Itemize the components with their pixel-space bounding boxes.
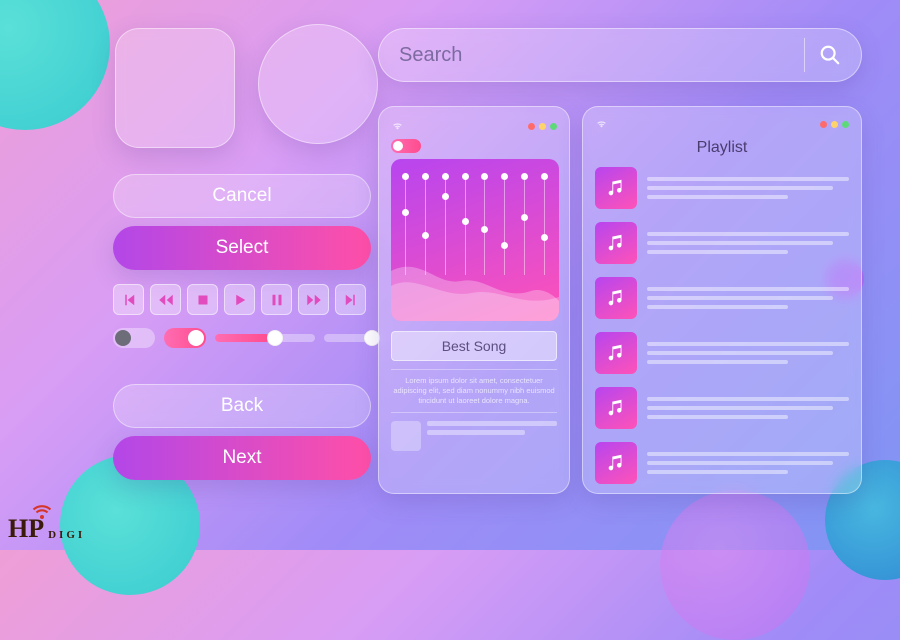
song-title: Best Song — [391, 331, 557, 361]
pause-button[interactable] — [261, 284, 292, 315]
music-note-icon — [595, 277, 637, 319]
playlist-item[interactable] — [595, 387, 849, 429]
forward-button[interactable] — [298, 284, 329, 315]
rewind-button[interactable] — [150, 284, 181, 315]
wifi-icon — [391, 121, 404, 131]
text-placeholder — [427, 421, 557, 435]
wifi-icon — [595, 119, 608, 129]
track-text-placeholder — [647, 167, 849, 209]
music-note-icon — [595, 387, 637, 429]
song-detail-stub — [391, 421, 557, 451]
track-text-placeholder — [647, 277, 849, 319]
song-description: Lorem ipsum dolor sit amet, consectetuer… — [391, 369, 557, 413]
rewind-icon — [157, 291, 175, 309]
bg-decor-circle — [0, 0, 110, 130]
next-button[interactable]: Next — [113, 436, 371, 480]
pause-icon — [268, 291, 286, 309]
search-input[interactable] — [399, 44, 790, 67]
sample-square-card — [115, 28, 235, 148]
sample-circle-card — [258, 24, 378, 144]
playlist-item[interactable] — [595, 167, 849, 209]
track-text-placeholder — [647, 387, 849, 429]
playlist-item[interactable] — [595, 332, 849, 374]
skip-start-button[interactable] — [113, 284, 144, 315]
window-dots — [528, 123, 557, 130]
logo-sub: DIGI — [48, 529, 85, 541]
music-player-card: Best Song Lorem ipsum dolor sit amet, co… — [378, 106, 570, 494]
control-row — [113, 328, 378, 348]
card-titlebar — [595, 119, 849, 129]
track-text-placeholder — [647, 442, 849, 484]
equalizer[interactable] — [391, 159, 559, 321]
track-text-placeholder — [647, 222, 849, 264]
music-note-icon — [595, 442, 637, 484]
skip-start-icon — [120, 291, 138, 309]
playlist-title: Playlist — [595, 139, 849, 157]
media-controls — [113, 284, 366, 315]
cancel-button[interactable]: Cancel — [113, 174, 371, 218]
brand-logo: HP DIGI — [8, 514, 85, 544]
toggle-on[interactable] — [164, 328, 206, 348]
waveform-icon — [391, 251, 559, 321]
playlist-card: Playlist — [582, 106, 862, 494]
card-toggle[interactable] — [391, 139, 421, 153]
skip-end-icon — [342, 291, 360, 309]
progress-slider[interactable] — [215, 334, 315, 342]
play-icon — [231, 291, 249, 309]
search-icon[interactable] — [819, 44, 841, 66]
logo-wifi-icon — [30, 502, 54, 520]
toggle-off[interactable] — [113, 328, 155, 348]
track-text-placeholder — [647, 332, 849, 374]
playlist-item[interactable] — [595, 277, 849, 319]
music-note-icon — [595, 222, 637, 264]
window-dots — [820, 121, 849, 128]
stop-button[interactable] — [187, 284, 218, 315]
play-button[interactable] — [224, 284, 255, 315]
thumbnail-placeholder — [391, 421, 421, 451]
music-note-icon — [595, 167, 637, 209]
select-button[interactable]: Select — [113, 226, 371, 270]
back-button[interactable]: Back — [113, 384, 371, 428]
bg-decor-circle — [660, 490, 810, 640]
stop-icon — [194, 291, 212, 309]
playlist-item[interactable] — [595, 442, 849, 484]
small-slider[interactable] — [324, 334, 378, 342]
skip-end-button[interactable] — [335, 284, 366, 315]
playlist-item[interactable] — [595, 222, 849, 264]
card-titlebar — [391, 119, 557, 133]
search-bar[interactable] — [378, 28, 862, 82]
music-note-icon — [595, 332, 637, 374]
forward-icon — [305, 291, 323, 309]
divider — [804, 38, 805, 72]
